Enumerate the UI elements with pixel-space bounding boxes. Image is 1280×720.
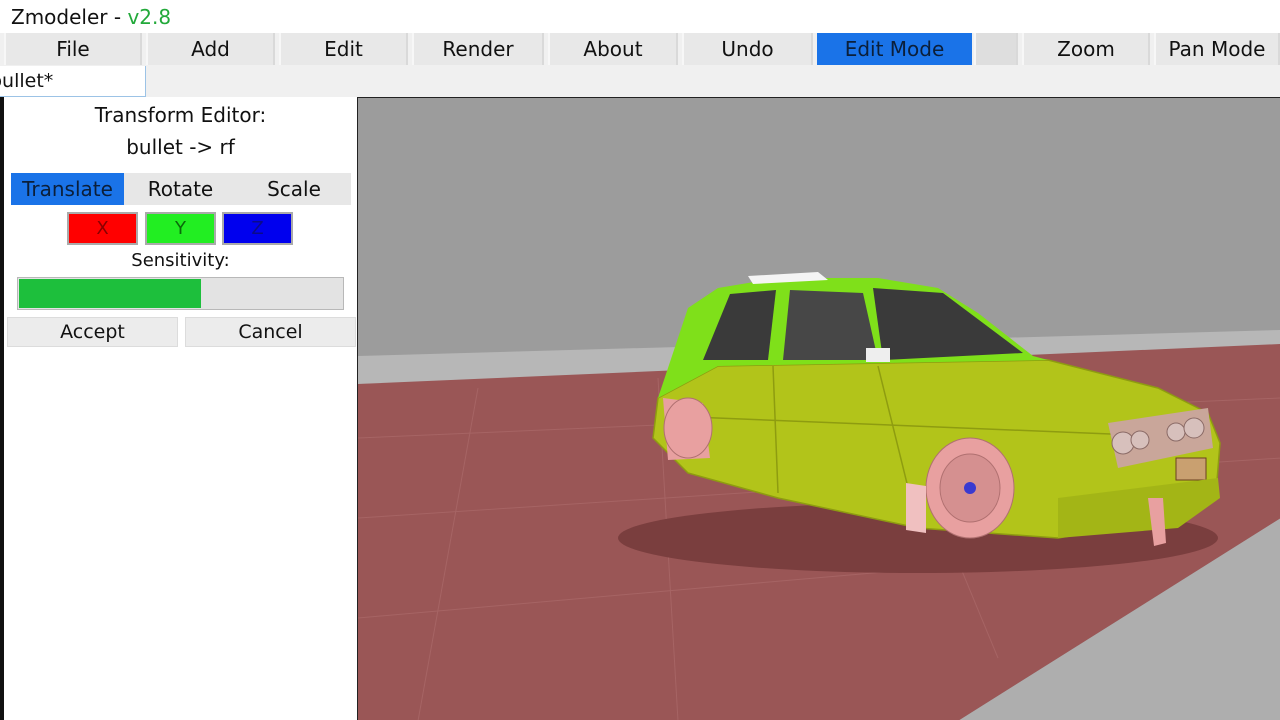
app-version: v2.8	[127, 5, 172, 29]
menu-zoom-button[interactable]: Zoom	[1022, 33, 1150, 65]
menu-edit-mode-button[interactable]: Edit Mode	[817, 33, 972, 65]
tab-scale[interactable]: Scale	[237, 173, 351, 205]
menu-undo-button[interactable]: Undo	[682, 33, 813, 65]
title-bar: Zmodeler - v2.8	[0, 0, 1280, 33]
menu-edit-button[interactable]: Edit	[279, 33, 408, 65]
sensitivity-slider-fill	[19, 279, 201, 308]
transform-editor-panel: Transform Editor: bullet -> rf Translate…	[4, 97, 357, 720]
car-license-plate	[1175, 457, 1207, 481]
front-wheel-hub	[964, 482, 976, 494]
3d-viewport[interactable]	[357, 97, 1280, 720]
menu-pan-mode-button[interactable]: Pan Mode	[1154, 33, 1280, 65]
axis-x-button[interactable]: X	[67, 212, 138, 245]
rear-wheel	[663, 397, 713, 459]
sensitivity-slider[interactable]	[17, 277, 344, 310]
axis-y-button[interactable]: Y	[145, 212, 216, 245]
cancel-button[interactable]: Cancel	[185, 317, 356, 347]
menu-add-button[interactable]: Add	[146, 33, 275, 65]
document-tab-bar: bullet*	[0, 66, 1280, 97]
car-mirror	[866, 348, 890, 362]
tab-rotate[interactable]: Rotate	[124, 173, 237, 205]
menu-bar: File Add Edit Render About Undo Edit Mod…	[0, 33, 1280, 66]
tab-translate[interactable]: Translate	[11, 173, 124, 205]
car-headlight-inner-right	[1166, 422, 1186, 442]
menu-render-button[interactable]: Render	[412, 33, 544, 65]
menu-about-button[interactable]: About	[548, 33, 678, 65]
axis-z-button[interactable]: Z	[222, 212, 293, 245]
panel-title: Transform Editor:	[94, 103, 267, 127]
car-headlight-right	[1183, 417, 1205, 439]
car-headlight-left	[1111, 431, 1135, 455]
app-title: Zmodeler - v2.8	[11, 5, 171, 29]
menu-blank-button[interactable]	[974, 33, 1018, 65]
menu-file-button[interactable]: File	[4, 33, 142, 65]
car-window-front	[783, 290, 878, 360]
transform-mode-tabs: Translate Rotate Scale	[11, 173, 351, 205]
sensitivity-label: Sensitivity:	[131, 250, 230, 271]
viewport-scene	[358, 98, 1280, 720]
panel-target: bullet -> rf	[126, 135, 235, 159]
accept-button[interactable]: Accept	[7, 317, 178, 347]
front-mudflap	[906, 483, 926, 533]
car-headlight-inner-left	[1130, 430, 1150, 450]
app-name: Zmodeler -	[11, 5, 128, 29]
document-tab[interactable]: bullet*	[0, 66, 146, 97]
